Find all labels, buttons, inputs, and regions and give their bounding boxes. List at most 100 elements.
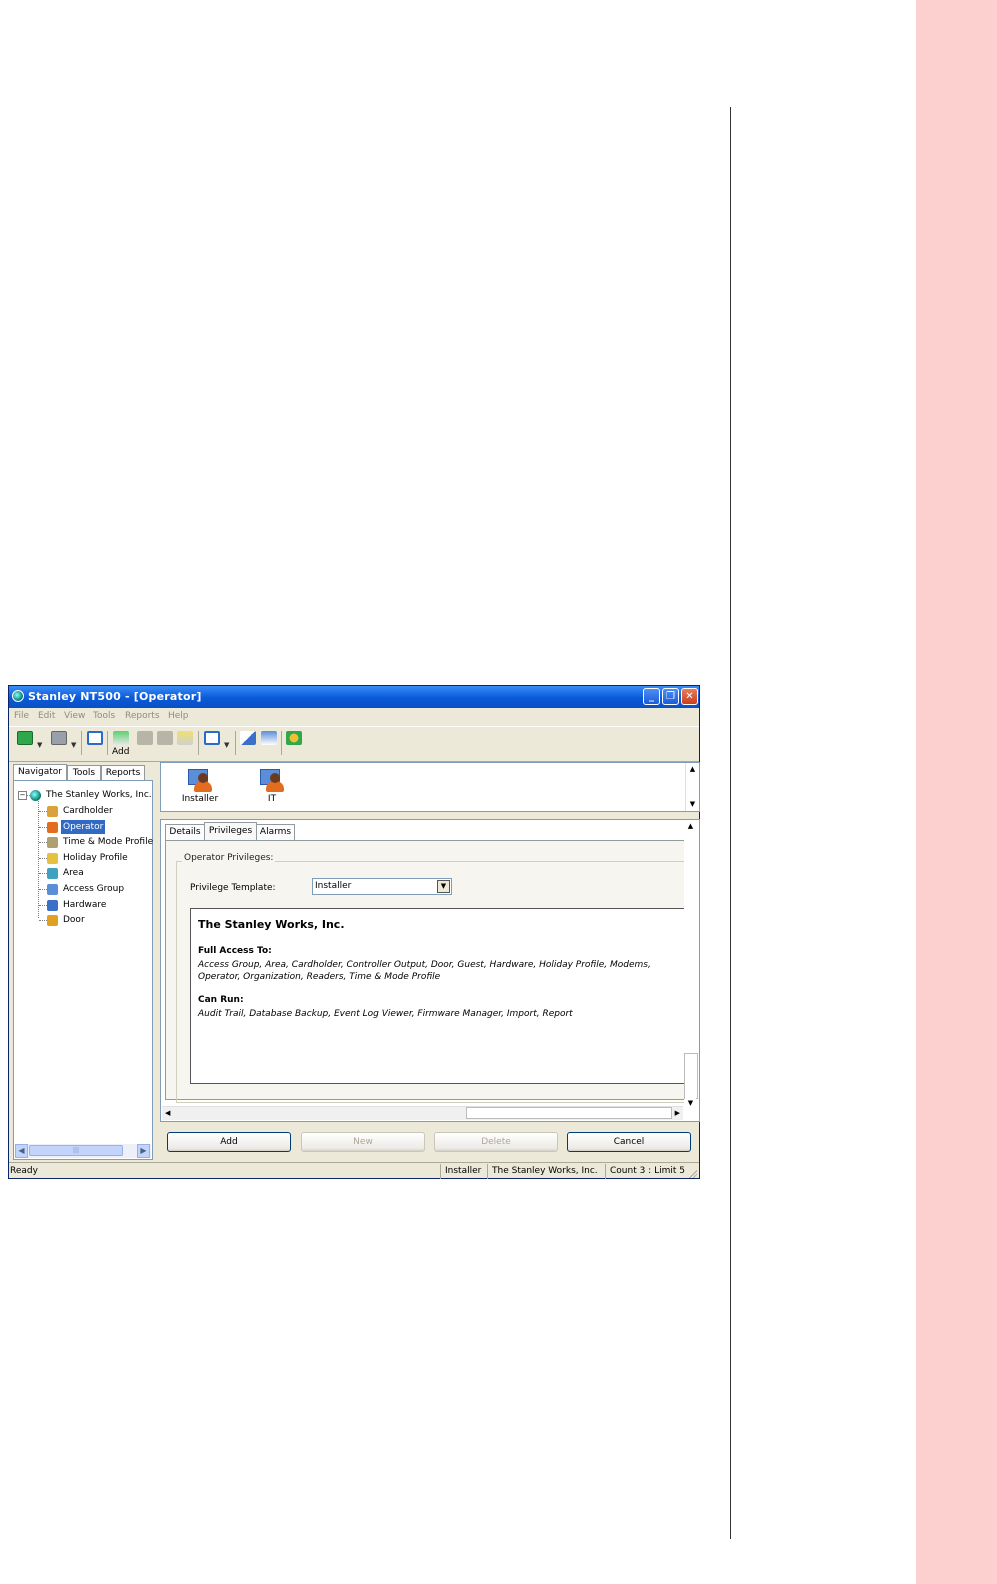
new-button[interactable]: New: [301, 1132, 425, 1152]
tree-connector: [39, 889, 47, 890]
view-icon[interactable]: [204, 731, 220, 745]
forward-dropdown-icon[interactable]: ▼: [71, 741, 76, 749]
operator-label: IT: [267, 794, 277, 804]
delete-button[interactable]: Delete: [434, 1132, 558, 1152]
find-icon[interactable]: [261, 731, 277, 745]
add-button[interactable]: Add: [167, 1132, 291, 1152]
title-bar[interactable]: Stanley NT500 - [Operator] _ ❐ ✕: [9, 686, 699, 708]
can-run-list: Audit Trail, Database Backup, Event Log …: [198, 1009, 573, 1019]
organization-icon: [30, 790, 41, 801]
full-access-list: Access Group, Area, Cardholder, Controll…: [198, 960, 651, 982]
area-icon: [47, 868, 58, 880]
menu-view[interactable]: View: [64, 711, 85, 721]
operator-privileges-legend: Operator Privileges:: [182, 853, 276, 863]
cancel-button[interactable]: Cancel: [567, 1132, 691, 1152]
back-dropdown-icon[interactable]: ▼: [37, 741, 42, 749]
privileges-panel: Operator Privileges: Privilege Template:…: [165, 840, 697, 1103]
status-user: Installer: [440, 1164, 486, 1179]
forward-icon[interactable]: [51, 731, 67, 745]
tree-root-label: The Stanley Works, Inc.: [46, 790, 152, 800]
app-icon: [12, 690, 24, 702]
scroll-up-icon[interactable]: ▲: [685, 821, 696, 832]
access-group-icon: [47, 884, 58, 895]
chevron-down-icon[interactable]: ▼: [437, 880, 450, 893]
add-icon[interactable]: [113, 731, 129, 745]
menu-tools[interactable]: Tools: [93, 711, 115, 721]
minimize-button[interactable]: _: [643, 688, 660, 705]
navigator-horizontal-scrollbar[interactable]: ◀ ||| ▶: [15, 1144, 151, 1158]
scroll-right-icon[interactable]: ▶: [137, 1144, 150, 1158]
tab-privileges[interactable]: Privileges: [204, 822, 257, 841]
tree-item-label: Operator: [61, 819, 106, 834]
scroll-right-icon[interactable]: ▶: [675, 1107, 680, 1120]
scroll-thumb[interactable]: [466, 1107, 672, 1119]
tab-tools[interactable]: Tools: [67, 765, 101, 780]
status-count: Count 3 : Limit 5: [605, 1164, 690, 1179]
tab-details[interactable]: Details: [165, 824, 205, 840]
hardware-icon: [47, 899, 58, 911]
operator-item-it[interactable]: IT: [247, 767, 297, 807]
tree-connector: [39, 873, 47, 875]
page-divider-line: [730, 107, 731, 1539]
tab-alarms[interactable]: Alarms: [256, 824, 295, 840]
add-toolbar-label[interactable]: Add: [112, 747, 129, 757]
operator-icon: [258, 767, 286, 793]
tab-navigator[interactable]: Navigator: [13, 764, 67, 781]
delete-record-icon[interactable]: [157, 731, 173, 745]
properties-icon[interactable]: [240, 731, 256, 745]
scroll-left-icon[interactable]: ◀: [15, 1144, 28, 1158]
tree-item-label: Access Group: [63, 884, 125, 894]
scroll-grip: |||: [72, 1147, 80, 1154]
app-window: Stanley NT500 - [Operator] _ ❐ ✕ File Ed…: [8, 685, 700, 1179]
holiday-icon: [47, 852, 58, 864]
menu-file[interactable]: File: [14, 711, 29, 721]
menu-edit[interactable]: Edit: [38, 711, 55, 721]
refresh-icon[interactable]: [286, 731, 302, 745]
tree-item-label: Time & Mode Profile: [63, 837, 154, 848]
toolbar-separator: [235, 731, 236, 755]
details-horizontal-scrollbar[interactable]: ◀ ▶: [162, 1106, 683, 1120]
back-icon[interactable]: [17, 731, 33, 745]
operator-item-installer[interactable]: Installer: [175, 767, 225, 807]
tree-item-label: Hardware: [63, 899, 107, 910]
door-icon: [47, 915, 58, 927]
tree-item-label: Door: [63, 915, 85, 926]
restore-button[interactable]: ❐: [662, 688, 679, 705]
tree-connector: [39, 842, 47, 844]
status-bar: Ready Installer The Stanley Works, Inc. …: [9, 1162, 699, 1180]
resize-grip-icon[interactable]: [688, 1169, 697, 1178]
tree-item-label: Holiday Profile: [63, 852, 128, 863]
scroll-thumb[interactable]: [684, 1053, 698, 1099]
operator-list-scrollbar[interactable]: ▲ ▼: [685, 763, 699, 811]
menu-help[interactable]: Help: [168, 711, 189, 721]
tree-connector: [39, 826, 47, 828]
tree-connector: [39, 904, 47, 906]
new-record-icon[interactable]: [177, 731, 193, 745]
menu-reports[interactable]: Reports: [125, 711, 160, 721]
tree-connector: [39, 857, 47, 859]
status-organization: The Stanley Works, Inc.: [487, 1164, 604, 1179]
clock-icon: [47, 837, 58, 849]
tree-item-label: Cardholder: [63, 806, 113, 816]
details-vertical-scrollbar[interactable]: ▲ ▼: [684, 821, 698, 1109]
can-run-heading: Can Run:: [198, 995, 244, 1005]
view-dropdown-icon[interactable]: ▼: [224, 741, 229, 749]
tab-reports[interactable]: Reports: [101, 765, 145, 780]
operator-icon: [47, 821, 58, 833]
status-ready: Ready: [10, 1166, 38, 1176]
privilege-template-select[interactable]: Installer ▼: [312, 878, 452, 895]
scroll-down-icon[interactable]: ▼: [685, 1098, 696, 1109]
details-area: Details Privileges Alarms Operator Privi…: [160, 819, 700, 1122]
scroll-up-icon[interactable]: ▲: [687, 764, 698, 775]
toolbar-separator: [281, 731, 282, 755]
navigator-pane-icon[interactable]: [87, 731, 103, 745]
toolbar-separator: [107, 731, 108, 755]
edit-record-icon[interactable]: [137, 731, 153, 745]
toolbar-separator: [81, 731, 82, 755]
privilege-template-label: Privilege Template:: [190, 883, 276, 893]
privilege-summary: The Stanley Works, Inc. Full Access To: …: [190, 908, 690, 1084]
scroll-left-icon[interactable]: ◀: [165, 1107, 170, 1120]
scroll-thumb[interactable]: |||: [29, 1145, 123, 1156]
close-button[interactable]: ✕: [681, 688, 698, 705]
scroll-down-icon[interactable]: ▼: [687, 799, 698, 810]
